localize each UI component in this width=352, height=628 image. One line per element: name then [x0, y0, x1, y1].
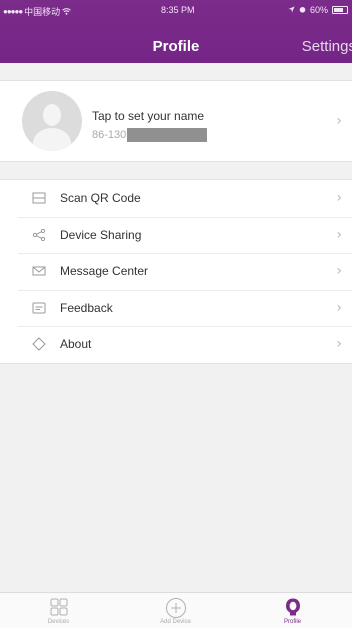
tab-add-device[interactable]: Add Device: [117, 593, 234, 628]
tab-label: Add Device: [160, 619, 191, 625]
location-icon: [288, 5, 295, 15]
phone-redaction: [127, 128, 208, 142]
grid-icon: [50, 598, 67, 616]
tab-profile[interactable]: Profile: [234, 593, 352, 628]
status-time: 8:35 PM: [161, 5, 195, 15]
share-icon: [32, 228, 46, 242]
settings-button[interactable]: Settings: [302, 38, 352, 55]
status-right: 60%: [288, 5, 348, 15]
top-header: ●●●●● 中国移动 8:35 PM 60% Profile Settings: [0, 0, 352, 63]
menu-item-label: About: [60, 337, 92, 352]
plus-circle-icon: [165, 598, 186, 618]
tab-label: Devices: [47, 619, 70, 625]
menu-item-message-center[interactable]: Message Center ›: [0, 253, 352, 290]
tab-label: Profile: [283, 619, 301, 625]
menu-item-about[interactable]: About ›: [0, 326, 352, 363]
signal-dots: ●●●●●: [3, 7, 23, 16]
chevron-right-icon: ›: [336, 226, 342, 243]
menu-item-feedback[interactable]: Feedback ›: [0, 289, 352, 327]
phone-number: 86-130: [92, 128, 208, 142]
page-title: Profile: [152, 38, 200, 55]
menu-item-scan-qr-code[interactable]: Scan QR Code ›: [0, 180, 352, 217]
profile-menu: Scan QR Code › Device Sharing › Message …: [0, 179, 352, 364]
section-gap: [0, 63, 352, 80]
battery-percent: 60%: [309, 5, 328, 15]
battery-icon: [332, 6, 348, 14]
menu-item-label: Feedback: [60, 300, 113, 315]
avatar-body-shape: [33, 128, 71, 151]
profile-card[interactable]: Tap to set your name 86-130 ›: [0, 80, 352, 162]
tab-devices[interactable]: Devices: [0, 593, 117, 628]
mail-icon: [32, 264, 46, 278]
carrier-name: 中国移动: [24, 7, 61, 17]
wifi-icon: [62, 7, 71, 17]
set-name-prompt[interactable]: Tap to set your name: [92, 109, 204, 123]
chevron-right-icon: ›: [336, 263, 342, 279]
chevron-right-icon: ›: [336, 336, 342, 352]
avatar-head-shape: [43, 104, 61, 126]
chevron-right-icon: ›: [336, 299, 342, 316]
menu-item-label: Device Sharing: [60, 227, 142, 242]
menu-item-label: Message Center: [60, 264, 149, 279]
bottom-tab-bar: Devices Add Device Profile: [0, 592, 352, 628]
avatar[interactable]: [22, 91, 82, 151]
status-left: ●●●●● 中国移动: [3, 5, 71, 18]
diamond-icon: [32, 337, 46, 351]
menu-item-label: Scan QR Code: [60, 191, 141, 206]
status-bar: ●●●●● 中国移动 8:35 PM 60%: [0, 0, 352, 20]
chevron-right-icon: ›: [336, 190, 342, 206]
feedback-icon: [32, 301, 46, 315]
qr-scan-icon: [32, 191, 46, 205]
phone-prefix: 86-130: [92, 129, 127, 141]
chevron-right-icon: ›: [336, 113, 342, 129]
user-icon: [286, 598, 300, 616]
menu-item-device-sharing[interactable]: Device Sharing ›: [0, 216, 352, 254]
alarm-icon: [299, 5, 306, 15]
